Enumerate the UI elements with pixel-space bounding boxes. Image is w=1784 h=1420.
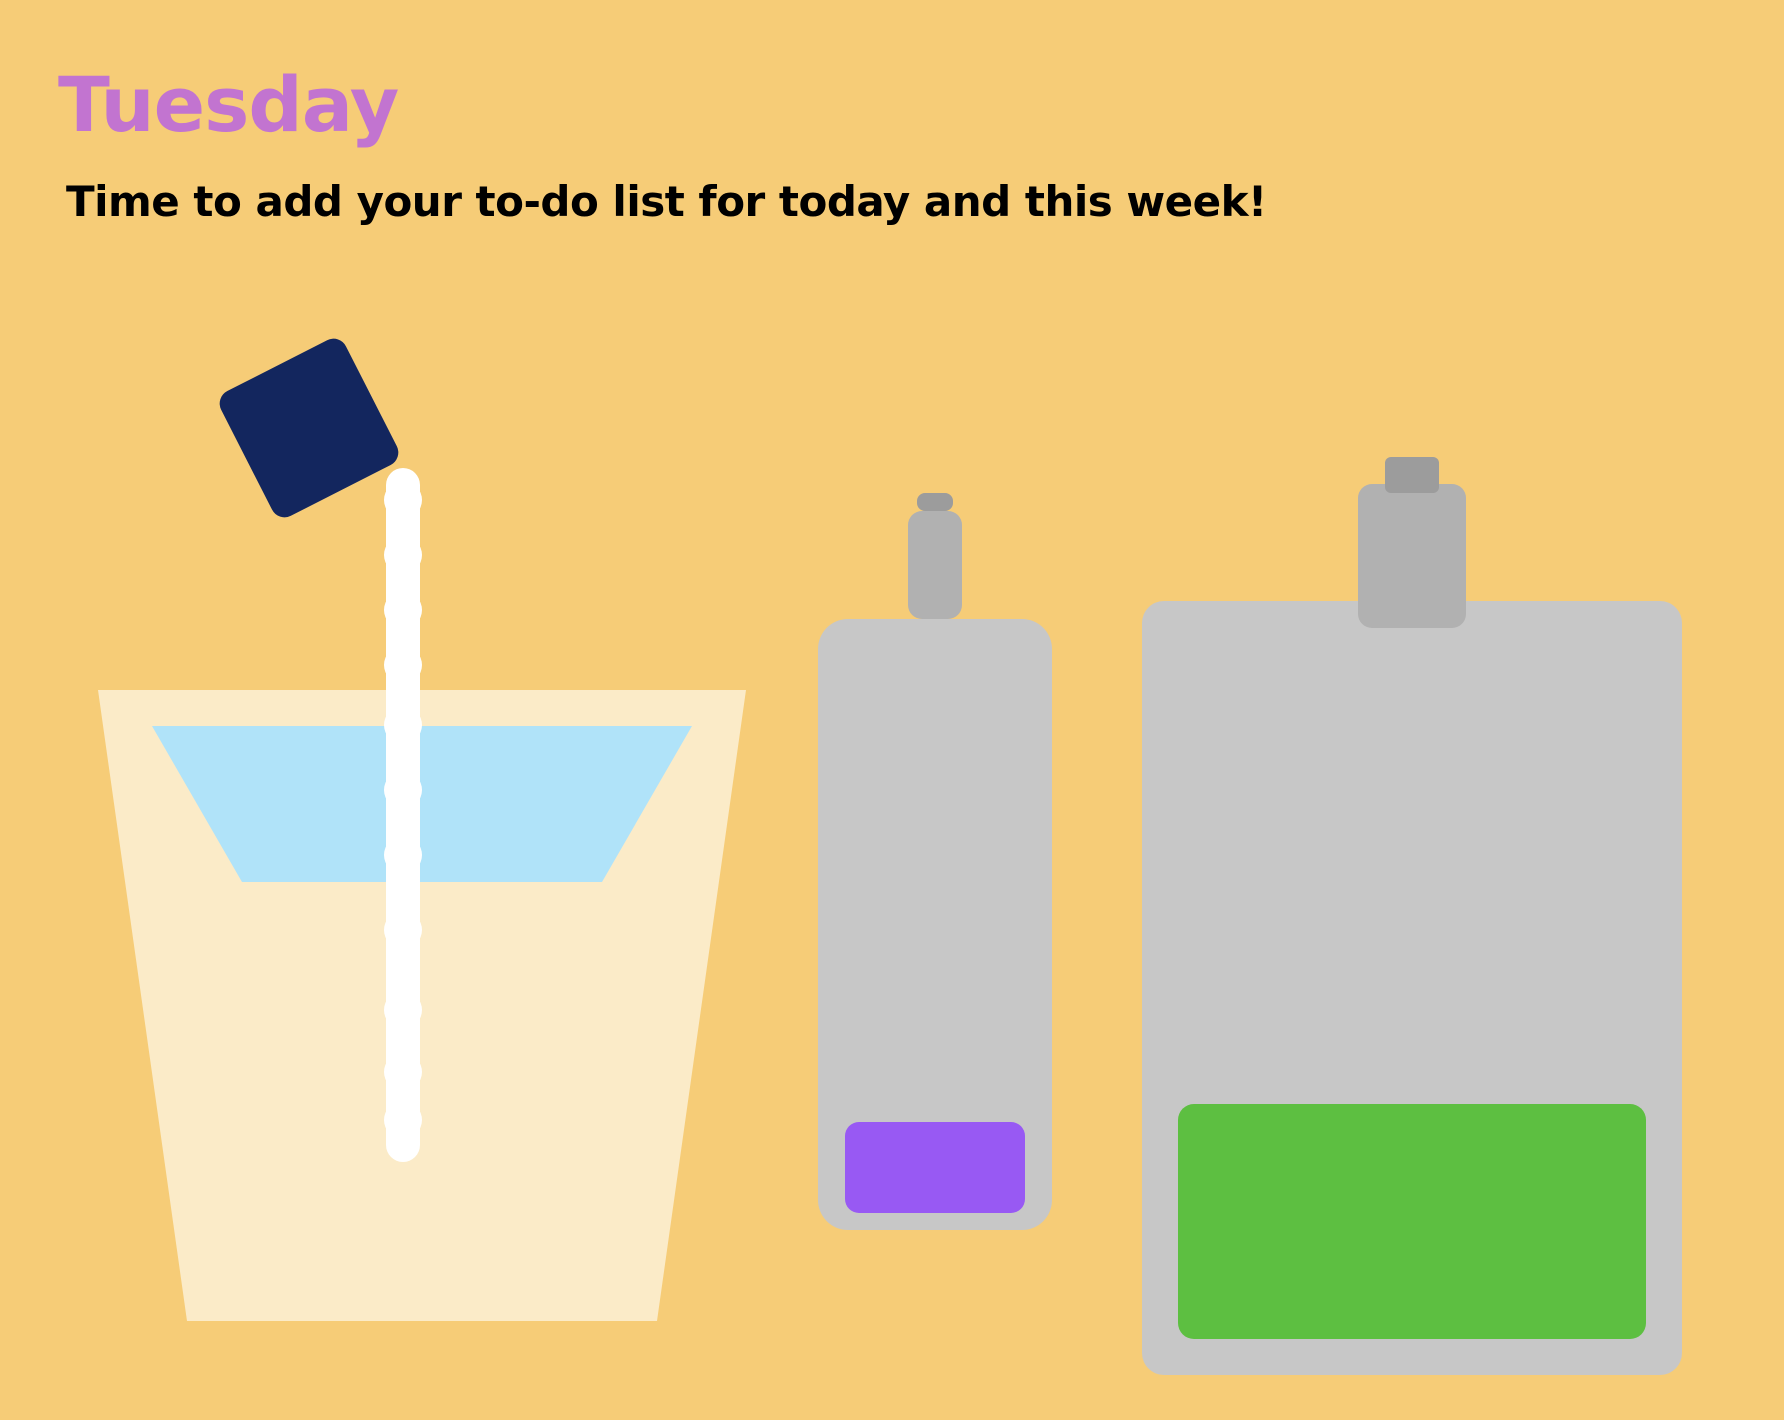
pour-drop [384,481,422,519]
cup-liquid [152,726,692,882]
large-bottle-neck [1358,484,1466,628]
small-bottle-icon [818,493,1052,1230]
milk-carton-icon [219,338,399,518]
large-bottle-label [1178,1104,1646,1339]
pour-drop [384,836,422,874]
pour-drop [384,771,422,809]
drinking-cup-icon [98,690,746,1321]
pour-drop [384,646,422,684]
small-bottle-neck [908,511,962,619]
pour-drop [384,1053,422,1091]
pour-drop [384,536,422,574]
small-bottle-label [845,1122,1025,1213]
pour-drop [384,706,422,744]
illustration [98,338,1682,1375]
pour-drop [384,991,422,1029]
pour-stream [384,468,422,1162]
small-bottle-cap [917,493,953,511]
pour-drop [384,591,422,629]
carton-body [219,338,399,518]
large-bottle-cap [1385,457,1439,493]
pour-drop [384,911,422,949]
large-bottle-icon [1142,457,1682,1375]
pour-drop [384,1101,422,1139]
